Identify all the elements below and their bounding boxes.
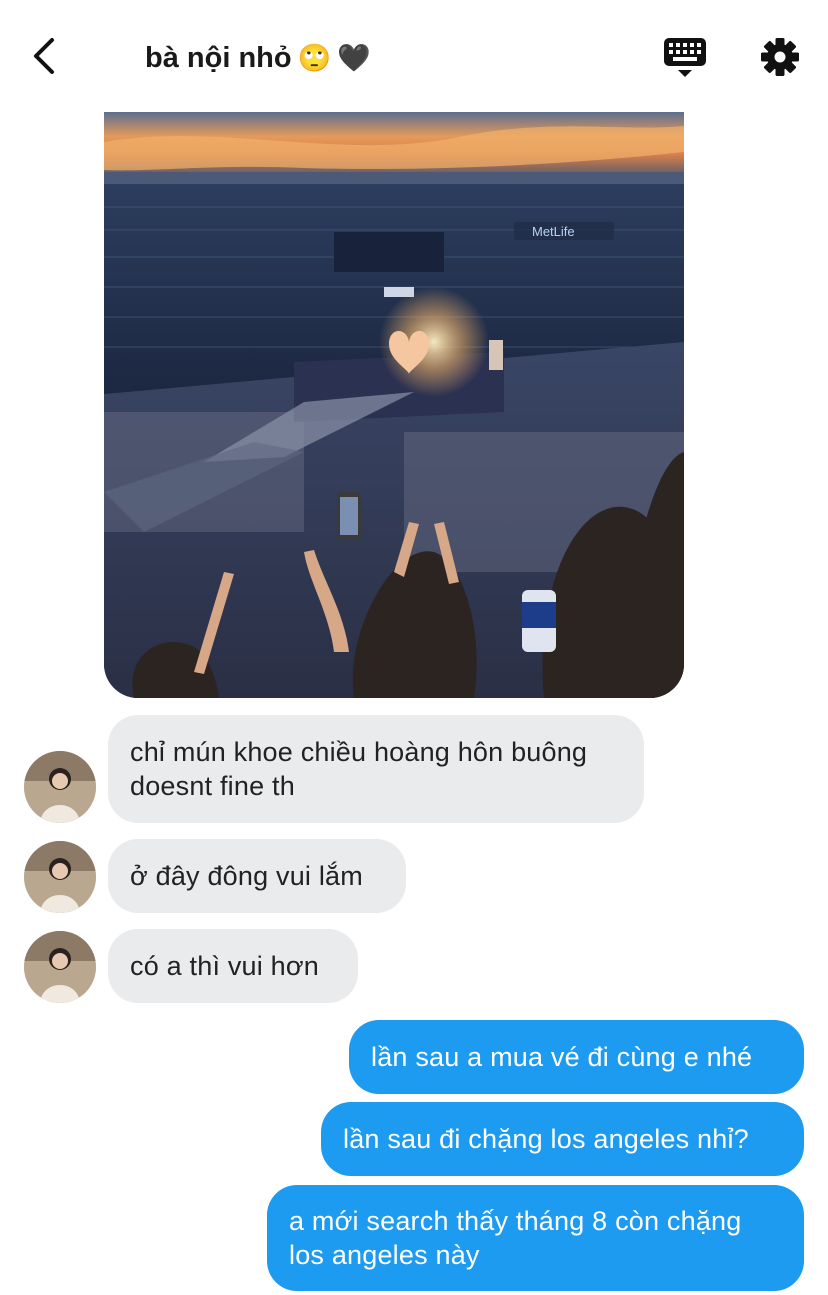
message-text: a mới search thấy tháng 8 còn chặng <box>289 1206 742 1236</box>
message-bubble-outgoing[interactable]: a mới search thấy tháng 8 còn chặng los … <box>267 1185 804 1291</box>
rolling-eyes-emoji: 🙄 <box>297 43 332 73</box>
message-bubble-incoming[interactable]: ở đây đông vui lắm <box>108 839 406 913</box>
stadium-photo-illustration: MetLife <box>104 112 684 698</box>
back-button[interactable] <box>24 34 68 78</box>
message-text: ở đây đông vui lắm <box>130 861 363 891</box>
message-text: chỉ mún khoe chiều hoàng hôn buông <box>130 737 588 767</box>
message-bubble-outgoing[interactable]: lần sau đi chặng los angeles nhỉ? <box>321 1102 804 1176</box>
avatar-photo <box>24 841 96 913</box>
settings-button[interactable] <box>757 34 803 80</box>
message-text: doesnt fine th <box>130 771 295 801</box>
conversation-title[interactable]: bà nội nhỏ 🙄 🖤 <box>145 38 371 78</box>
conversation-name: bà nội nhỏ <box>145 41 292 74</box>
black-heart-emoji: 🖤 <box>337 43 371 73</box>
message-bubble-outgoing[interactable]: lần sau a mua vé đi cùng e nhé <box>349 1020 804 1094</box>
contact-avatar[interactable] <box>24 751 96 823</box>
message-text: có a thì vui hơn <box>130 951 320 981</box>
contact-avatar[interactable] <box>24 931 96 1003</box>
message-bubble-incoming[interactable]: có a thì vui hơn <box>108 929 358 1003</box>
back-chevron-icon <box>34 38 54 74</box>
keyboard-button[interactable] <box>660 34 710 80</box>
keyboard-icon <box>664 38 706 77</box>
metlife-sign: MetLife <box>532 224 575 239</box>
image-message-stadium-photo[interactable]: MetLife <box>104 112 684 698</box>
message-bubble-incoming[interactable]: chỉ mún khoe chiều hoàng hôn buông doesn… <box>108 715 644 823</box>
gear-icon <box>761 38 799 76</box>
contact-avatar[interactable] <box>24 841 96 913</box>
message-text: lần sau đi chặng los angeles nhỉ? <box>343 1124 749 1154</box>
message-text: los angeles này <box>289 1240 480 1270</box>
message-text: lần sau a mua vé đi cùng e nhé <box>371 1042 753 1072</box>
avatar-photo <box>24 751 96 823</box>
chat-header: bà nội nhỏ 🙄 🖤 <box>0 0 828 112</box>
avatar-photo <box>24 931 96 1003</box>
